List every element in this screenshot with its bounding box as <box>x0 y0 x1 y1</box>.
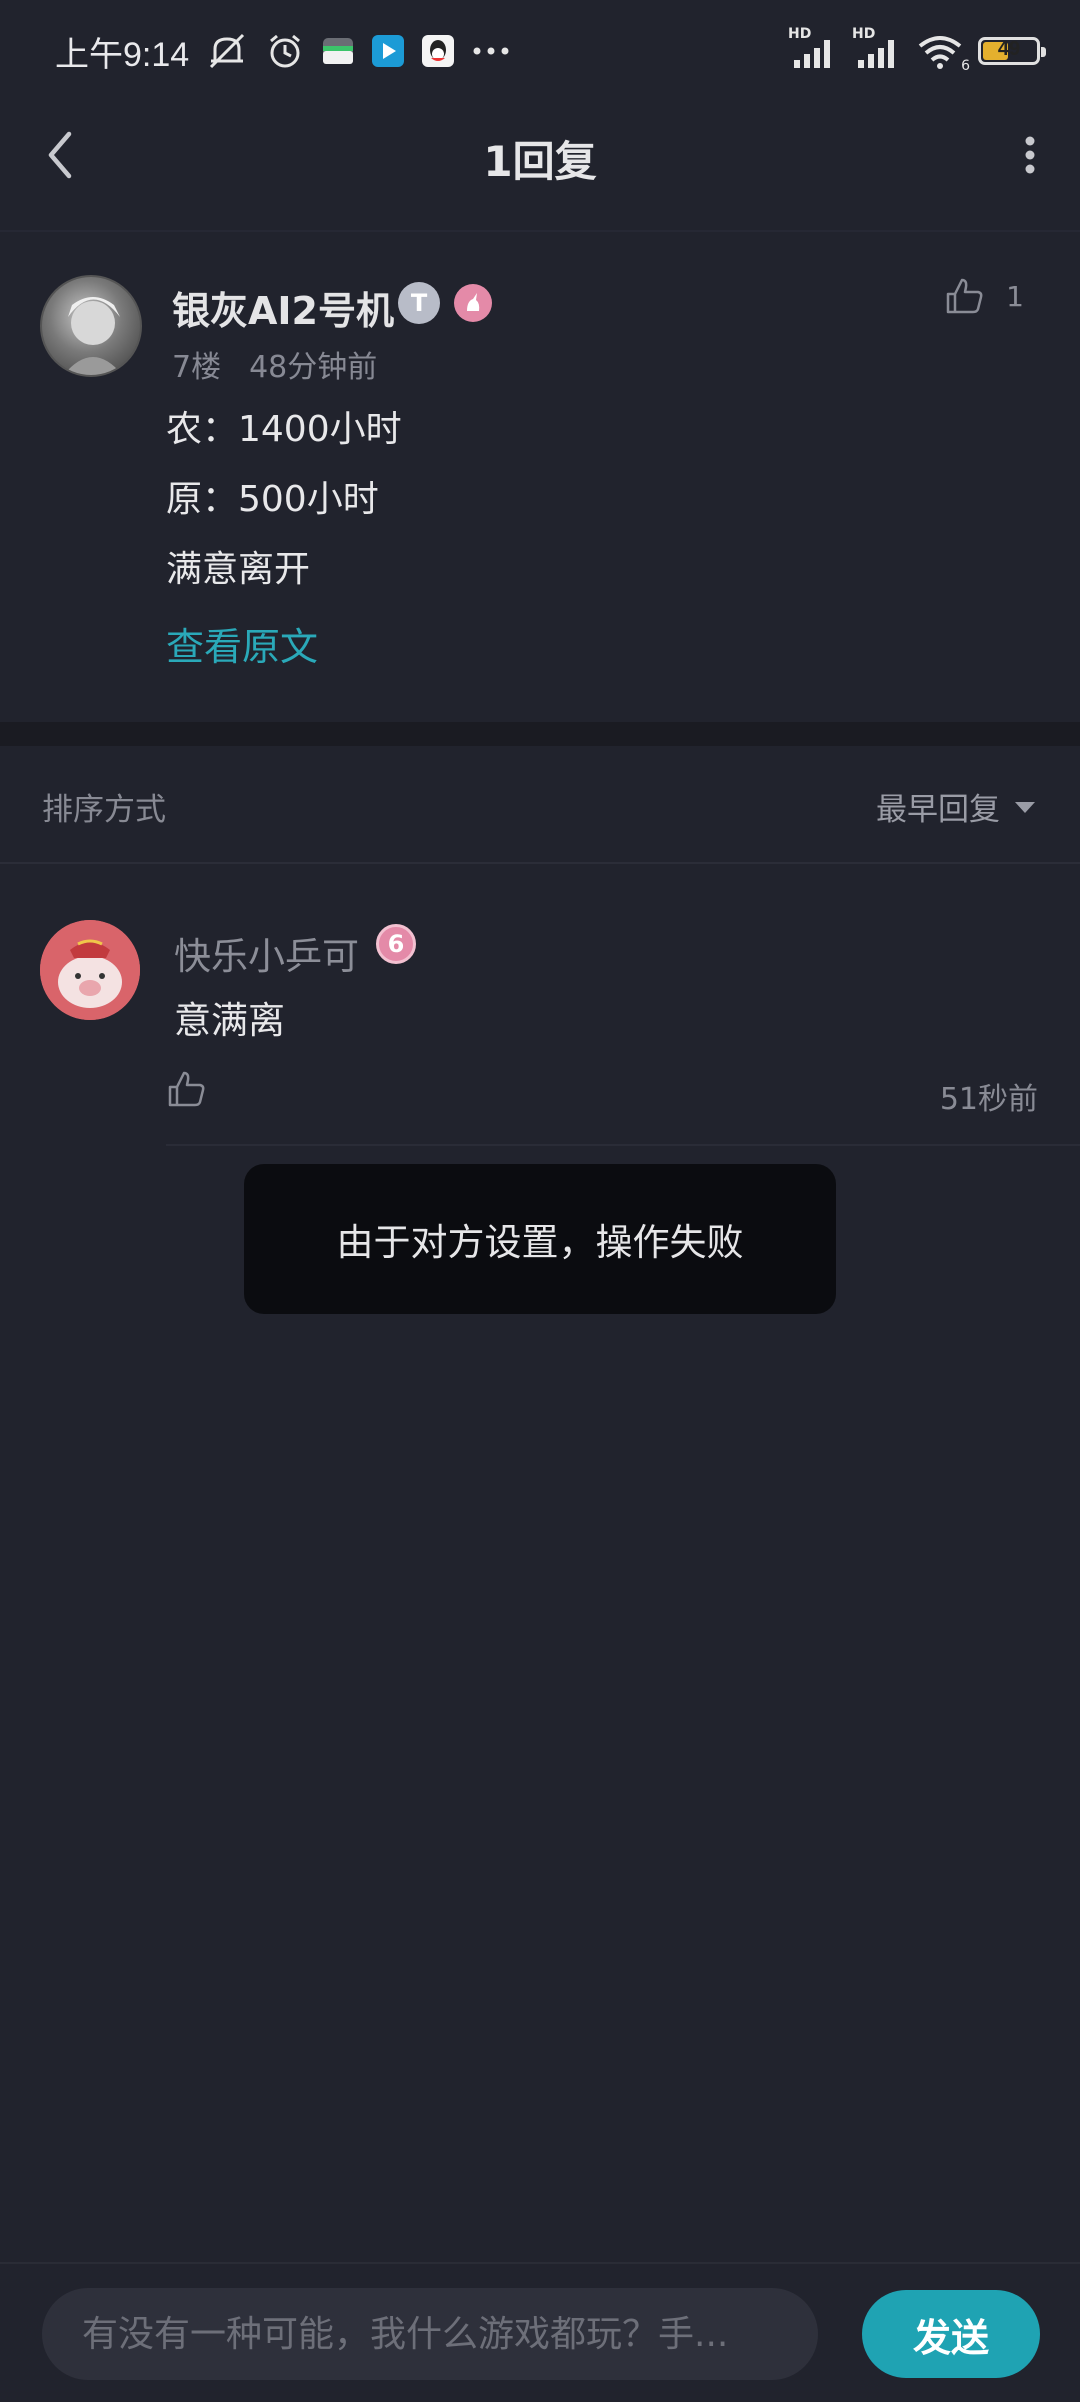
unicorn-badge-icon <box>454 284 492 322</box>
wifi-label: 6 <box>961 58 970 74</box>
mute-bell-icon <box>205 31 249 71</box>
sort-dropdown[interactable]: 最早回复 <box>876 784 1036 829</box>
header: 1回复 <box>0 100 1080 232</box>
battery-icon: 49 <box>978 37 1046 65</box>
send-button[interactable]: 发送 <box>862 2290 1040 2378</box>
reply-text: 意满离 <box>174 999 285 1042</box>
thumbs-up-icon <box>946 278 983 314</box>
post-line: 满意离开 <box>166 549 311 590</box>
comment-composer: 发送 <box>0 2262 1080 2402</box>
post-meta: 7楼 48分钟前 <box>172 342 405 386</box>
main-post: 银灰AI2号机 T 7楼 48分钟前 1 农：1400小时 原：500小时 满意离… <box>0 232 1080 722</box>
alarm-icon <box>265 31 305 71</box>
reply-like-button[interactable] <box>166 1069 208 1111</box>
status-left: 上午9:14 <box>55 28 511 74</box>
post-time: 48分钟前 <box>249 350 378 385</box>
comment-input[interactable] <box>42 2288 818 2380</box>
qq-app-icon <box>421 34 455 68</box>
reply-username[interactable]: 快乐小乒可 <box>174 926 359 980</box>
signal-icon: HD <box>788 26 838 70</box>
wallet-app-icon <box>321 34 355 68</box>
sort-bar: 排序方式 最早回复 <box>0 746 1080 864</box>
level-badge: 6 <box>376 924 416 964</box>
signal-icon: HD <box>852 26 902 70</box>
signal-hd-label: HD <box>852 26 876 42</box>
vertical-dots-icon <box>1025 136 1035 174</box>
level-badge-label: 6 <box>387 930 405 958</box>
title-badge: T <box>398 282 440 324</box>
caret-down-icon <box>1015 801 1035 813</box>
more-dots-icon <box>471 45 511 57</box>
post-floor: 7楼 <box>172 350 222 385</box>
avatar[interactable] <box>40 275 142 377</box>
view-original-link[interactable]: 查看原文 <box>166 616 318 671</box>
toast-message: 由于对方设置，操作失败 <box>244 1164 836 1314</box>
page-title: 1回复 <box>483 137 597 186</box>
post-line: 农：1400小时 <box>166 409 402 450</box>
battery-level: 49 <box>997 38 1021 60</box>
like-count: 1 <box>1006 279 1024 313</box>
reply-divider <box>166 1144 1080 1146</box>
sort-label: 排序方式 <box>42 792 166 828</box>
thumbs-up-icon <box>168 1071 205 1107</box>
reply-time: 51秒前 <box>939 1082 1038 1117</box>
reply-item: 快乐小乒可 6 意满离 51秒前 <box>0 864 1080 1146</box>
avatar[interactable] <box>40 920 140 1020</box>
status-time: 上午9:14 <box>55 35 190 74</box>
post-like-button[interactable]: 1 <box>944 276 1024 316</box>
title-badge-label: T <box>410 289 428 317</box>
status-right: HD HD 6 49 <box>788 26 1046 74</box>
post-username[interactable]: 银灰AI2号机 <box>172 280 394 335</box>
section-divider <box>0 722 1080 746</box>
video-app-icon <box>371 34 405 68</box>
signal-hd-label: HD <box>788 26 812 42</box>
more-options-button[interactable] <box>1000 125 1060 185</box>
wifi-icon: 6 <box>916 32 970 74</box>
sort-selected: 最早回复 <box>876 792 1000 828</box>
status-bar: 上午9:14 HD HD 6 49 <box>0 0 1080 100</box>
post-line: 原：500小时 <box>166 479 379 520</box>
